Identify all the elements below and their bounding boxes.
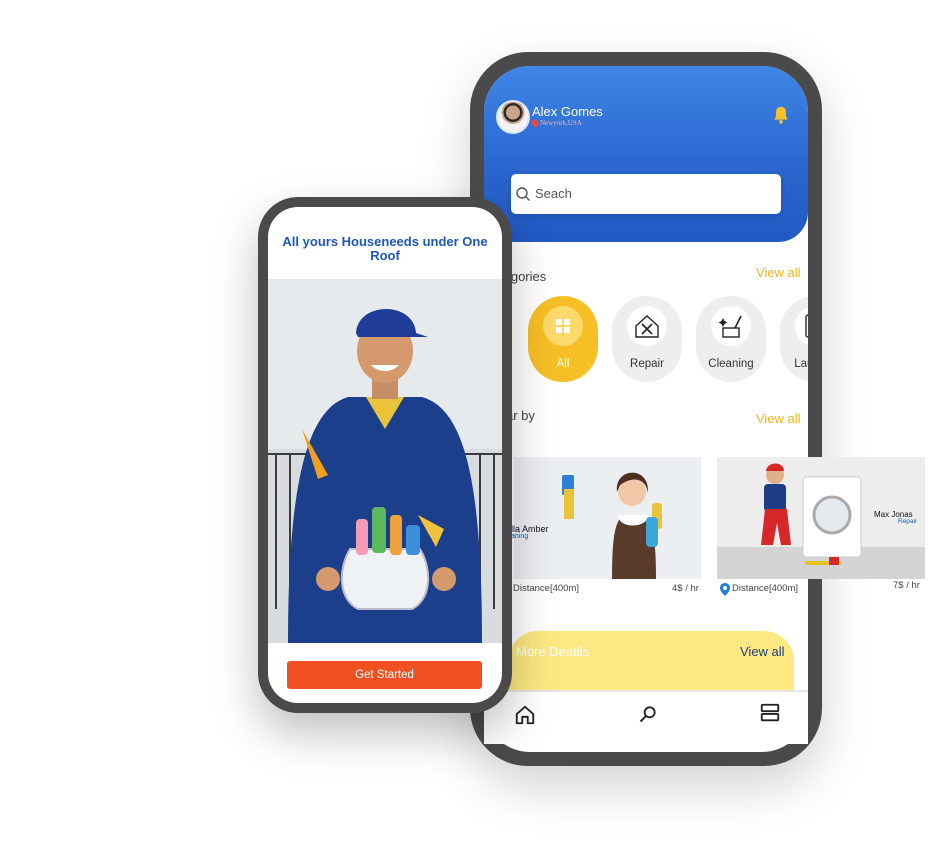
category-cleaning[interactable]: Cleaning [696,296,766,382]
get-started-button[interactable]: Get Started [287,661,482,689]
more-details-title: More Deatils [516,644,589,659]
home-header: Alex Gomes Newyork,USA Seach [484,66,808,242]
category-label: Repair [630,358,664,370]
home-icon[interactable] [514,704,536,726]
provider-role: aning [511,533,529,540]
nearby-view-all-link[interactable]: View all [756,411,801,426]
grid-icon [543,306,583,346]
nearby-price: 4$ / hr [672,583,699,594]
location-pin-icon [720,583,730,596]
categories-view-all-link[interactable]: View all [756,265,801,280]
bell-icon[interactable] [770,104,792,126]
search-icon[interactable] [638,704,658,724]
washing-machine-icon [795,306,808,346]
user-location: Newyork,USA [540,119,582,127]
category-repair[interactable]: Repair [612,296,682,382]
more-details-view-all-link[interactable]: View all [740,644,785,659]
nearby-price: 7$ / hr [893,580,920,591]
list-icon[interactable] [759,702,781,724]
worker-photo [268,279,502,643]
location-pin-icon [530,118,540,128]
provider-photo [514,457,701,579]
category-laundry[interactable]: Laundry [780,296,808,382]
category-label: Cleaning [708,358,754,370]
category-all[interactable]: All [528,296,598,382]
nearby-distance: Distance[400m] [732,583,799,594]
house-tools-icon [627,306,667,346]
provider-card-cleaning[interactable]: lla Amber aning [511,457,701,579]
user-name: Alex Gomes [532,104,603,119]
splash-screen: All yours Houseneeds under One Roof Get … [268,207,502,703]
nearby-distance: Distance[400m] [513,583,580,594]
cleaning-icon [711,306,751,346]
hero-image [268,279,502,643]
search-input[interactable]: Seach [511,174,781,214]
provider-card-repair[interactable]: Max Jonas Repair [717,457,925,579]
search-icon [516,187,530,201]
search-placeholder: Seach [535,186,572,201]
splash-title: All yours Houseneeds under One Roof [282,234,488,263]
category-label: Laundry [794,358,808,370]
avatar[interactable] [496,100,530,134]
bottom-nav [484,690,808,744]
category-label: All [556,358,570,370]
provider-role: Repair [898,518,918,525]
